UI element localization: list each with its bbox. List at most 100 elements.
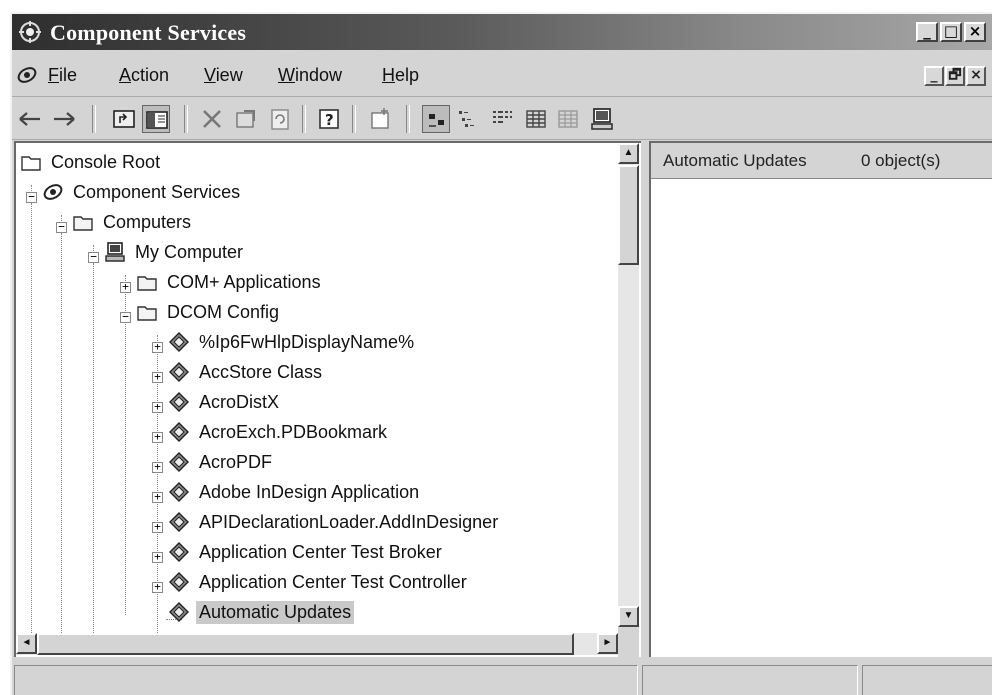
toolbar-separator (92, 105, 96, 133)
expand-toggle[interactable]: + (152, 521, 163, 533)
tree-node-dcom-item[interactable]: AcroDistX (168, 387, 282, 417)
folder-icon (72, 211, 94, 233)
tree-node-label: APIDeclarationLoader.AddInDesigner (199, 511, 499, 532)
scroll-left-button[interactable]: ◄ (16, 633, 37, 654)
expand-toggle[interactable]: + (152, 461, 163, 473)
tree-node-com-applications[interactable]: COM+ Applications (136, 267, 324, 297)
menu-action-label: ction (131, 65, 170, 85)
back-arrow-icon[interactable] (16, 105, 44, 133)
status-panel-2 (642, 665, 858, 695)
maximize-button[interactable]: □ (940, 22, 962, 42)
expand-toggle[interactable]: + (152, 371, 163, 383)
tree-node-dcom-item[interactable]: Adobe InDesign Application (168, 477, 422, 507)
expand-toggle[interactable]: + (152, 341, 163, 353)
component-services-app-icon (18, 20, 42, 44)
tree-line (93, 263, 94, 633)
delete-icon[interactable] (198, 105, 226, 133)
tree-node-label: Application Center Test Broker (199, 541, 442, 562)
tree-node-dcom-item[interactable]: APIDeclarationLoader.AddInDesigner (168, 507, 501, 537)
child-close-button[interactable]: × (966, 66, 986, 86)
menu-help[interactable]: Help (382, 65, 419, 86)
component-services-icon (42, 181, 64, 203)
dcom-component-icon (168, 421, 190, 443)
small-icons-icon[interactable] (454, 105, 482, 133)
tree-node-dcom-item[interactable]: AccStore Class (168, 357, 325, 387)
folder-icon (136, 271, 158, 293)
forward-arrow-icon[interactable] (50, 105, 78, 133)
dcom-component-icon (168, 391, 190, 413)
dcom-component-icon (168, 331, 190, 353)
details-grid-icon[interactable] (554, 105, 582, 133)
expand-toggle[interactable]: + (152, 581, 163, 593)
collapse-toggle[interactable]: − (88, 251, 99, 263)
tree-node-automatic-updates[interactable]: Automatic Updates (168, 597, 355, 627)
folder-icon (20, 151, 42, 173)
tree-node-console-root[interactable]: Console Root (20, 147, 163, 177)
large-icons-icon[interactable] (422, 105, 450, 133)
computer-icon (104, 241, 126, 263)
collapse-toggle[interactable]: − (120, 311, 131, 323)
menu-action[interactable]: Action (119, 65, 169, 86)
computer-icon[interactable] (588, 105, 616, 133)
tree-node-dcom-config[interactable]: DCOM Config (136, 297, 282, 327)
expand-toggle[interactable]: + (152, 491, 163, 503)
dcom-component-icon (168, 481, 190, 503)
scroll-down-button[interactable]: ▼ (618, 606, 639, 627)
tree-node-label: Computers (103, 211, 192, 232)
list-icon[interactable] (488, 105, 516, 133)
close-button[interactable]: × (964, 22, 986, 42)
tree-node-dcom-item[interactable]: Application Center Test Broker (168, 537, 445, 567)
properties-icon[interactable] (232, 105, 260, 133)
tree-node-label: Application Center Test Controller (199, 571, 467, 592)
collapse-toggle[interactable]: − (26, 191, 37, 203)
child-restore-button[interactable]: 🗗 (945, 66, 965, 86)
tree-node-my-computer[interactable]: My Computer (104, 237, 246, 267)
up-one-level-icon[interactable] (110, 105, 138, 133)
menu-view[interactable]: View (204, 65, 243, 86)
menu-file[interactable]: File (48, 65, 77, 86)
expand-toggle[interactable]: + (120, 281, 131, 293)
title-bar[interactable]: Component Services _ □ × (12, 14, 992, 50)
tree-node-label: AcroPDF (199, 451, 273, 472)
tree-node-component-services[interactable]: Component Services (42, 177, 243, 207)
expand-toggle[interactable]: + (152, 431, 163, 443)
scroll-up-button[interactable]: ▲ (618, 143, 639, 164)
details-pane[interactable]: Automatic Updates 0 object(s) (649, 141, 992, 657)
menu-bar: File Action View Window Help _ 🗗 × (12, 60, 992, 90)
tree-node-dcom-item[interactable]: Application Center Test Controller (168, 567, 470, 597)
tree-node-label: Console Root (51, 151, 161, 172)
detail-icon[interactable] (522, 105, 550, 133)
tree-node-dcom-item[interactable]: AcroExch.PDBookmark (168, 417, 390, 447)
expand-toggle[interactable]: + (152, 401, 163, 413)
new-window-icon[interactable] (366, 105, 394, 133)
menu-view-accel: V (204, 65, 216, 85)
child-minimize-button[interactable]: _ (924, 66, 944, 86)
status-bar (12, 662, 992, 695)
tree-node-dcom-item[interactable]: %Ip6FwHlpDisplayName% (168, 327, 417, 357)
help-icon[interactable]: ? (316, 105, 344, 133)
pane-splitter[interactable] (641, 141, 649, 657)
console-menu-icon[interactable] (16, 64, 38, 86)
scroll-thumb[interactable] (37, 633, 574, 655)
tree-node-dcom-item[interactable]: AcroPDF (168, 447, 275, 477)
tree-node-label: AcroDistX (199, 391, 280, 412)
show-hide-console-tree-icon[interactable] (142, 105, 170, 133)
menu-file-accel: F (48, 65, 59, 85)
console-tree[interactable]: − − − + − + + + + + + + + + Console Root… (14, 141, 641, 657)
tree-horizontal-scrollbar[interactable]: ◄ ► (16, 633, 618, 655)
menu-window[interactable]: Window (278, 65, 342, 86)
tree-line (31, 203, 32, 633)
mmc-window: Component Services _ □ × File Action Vie… (10, 12, 992, 695)
scroll-thumb[interactable] (618, 165, 639, 265)
expand-toggle[interactable]: + (152, 551, 163, 563)
tree-line (61, 233, 62, 633)
minimize-button[interactable]: _ (916, 22, 938, 42)
dcom-component-icon (168, 451, 190, 473)
dcom-component-icon (168, 361, 190, 383)
svg-text:?: ? (325, 111, 334, 129)
tree-vertical-scrollbar[interactable]: ▲ ▼ (618, 143, 639, 627)
scroll-right-button[interactable]: ► (597, 633, 618, 654)
collapse-toggle[interactable]: − (56, 221, 67, 233)
refresh-icon[interactable] (266, 105, 294, 133)
tree-node-computers[interactable]: Computers (72, 207, 194, 237)
